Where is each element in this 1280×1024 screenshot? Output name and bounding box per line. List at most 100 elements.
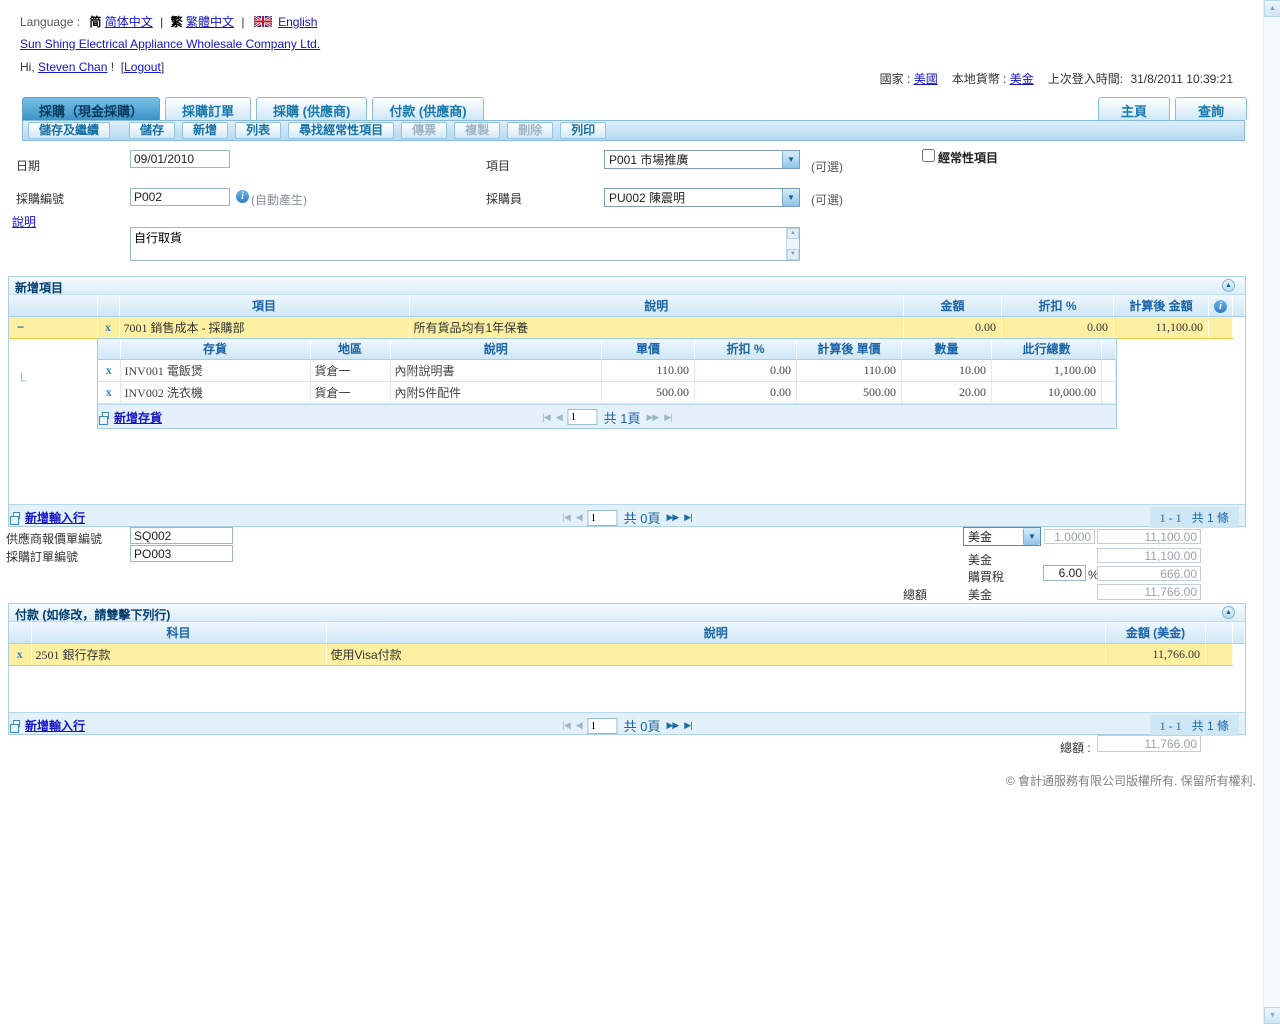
tax-rate-input[interactable] [1043, 565, 1086, 581]
delete-row-icon[interactable]: x [106, 363, 112, 377]
link-simplified-chinese[interactable]: 简体中文 [105, 15, 153, 29]
description-field: 自行取貨 ▲ ▼ [130, 227, 800, 261]
item-row[interactable]: − x 7001 銷售成本 - 採購部 所有貨品均有1年保養 0.00 0.00… [9, 316, 1245, 338]
page: Language : 简 简体中文 | 繁 繁體中文 | English Sun… [0, 0, 1280, 1024]
items-header-row: 項目 說明 金額 折扣 % 計算後 金額 i [9, 295, 1245, 316]
next-page-icon[interactable]: ▶▶ [666, 512, 678, 523]
country-link[interactable]: 美國 [914, 72, 938, 86]
tab-purchase-cash[interactable]: 採購（現金採購） [22, 97, 160, 120]
description-textarea[interactable]: 自行取貨 [131, 228, 786, 260]
scroll-down-icon[interactable]: ▼ [1264, 1007, 1280, 1024]
chevron-down-icon[interactable]: ▼ [1023, 528, 1040, 545]
sub-col-unit-price: 單價 [602, 339, 695, 359]
prev-page-icon[interactable]: ◀ [556, 412, 562, 423]
page-number-input[interactable] [588, 510, 618, 526]
col-item: 項目 [119, 295, 409, 316]
link-traditional-chinese[interactable]: 繁體中文 [186, 15, 234, 29]
next-page-icon[interactable]: ▶▶ [666, 720, 678, 731]
items-panel-header: 新增項目 ▲ [9, 277, 1245, 295]
delete-row-icon[interactable]: x [17, 647, 23, 661]
company-link[interactable]: Sun Shing Electrical Appliance Wholesale… [20, 37, 320, 51]
add-entry-row-link[interactable]: 新增輸入行 [25, 717, 85, 734]
first-page-icon[interactable]: |◀ [562, 512, 569, 523]
vertical-scrollbar[interactable]: ▲ ▼ [1263, 0, 1280, 1024]
currency-select[interactable]: 美金 ▼ [963, 527, 1041, 546]
qty-cell: 10.00 [902, 359, 992, 381]
last-page-icon[interactable]: ▶| [684, 512, 691, 523]
currency-selected-value: 美金 [964, 527, 1023, 546]
scroll-up-icon[interactable]: ▲ [787, 228, 799, 239]
page-number-input[interactable] [588, 718, 618, 734]
scroll-down-icon[interactable]: ▼ [787, 249, 799, 260]
last-page-icon[interactable]: ▶| [664, 412, 671, 423]
session-info: 國家 : 美國 本地貨幣 : 美金 上次登入時間: 31/8/2011 10:3… [876, 70, 1233, 87]
divider: | [241, 15, 244, 29]
next-page-icon[interactable]: ▶▶ [646, 412, 658, 423]
purchase-no-input[interactable] [130, 188, 230, 206]
description-link[interactable]: 說明 [12, 215, 36, 229]
inventory-row[interactable]: x INV001 電飯煲 貨倉一 內附說明書 110.00 0.00 110.0… [98, 359, 1116, 381]
add-entry-row-label[interactable]: 新增輸入行 [25, 511, 85, 525]
sub-col-discount: 折扣 % [695, 339, 797, 359]
tab-purchase-supplier[interactable]: 採購 (供應商) [256, 97, 367, 120]
chevron-down-icon[interactable]: ▼ [782, 189, 799, 206]
subtotal-currency-label: 美金 [968, 551, 992, 568]
user-link[interactable]: Steven Chan [38, 60, 107, 74]
supplier-quote-input[interactable] [130, 527, 233, 544]
tab-home[interactable]: 主頁 [1098, 97, 1170, 120]
payment-table: 科目 說明 金額 (美金) x 2501 銀行存款 使用Visa付款 11,76… [9, 622, 1245, 666]
traditional-prefix: 繁 [171, 15, 183, 29]
purchaser-select[interactable]: PU002 陳震明 ▼ [604, 188, 800, 207]
inventory-header-row: 存貨 地區 說明 單價 折扣 % 計算後 單價 數量 此行總數 [98, 339, 1116, 359]
country-label: 國家 : [880, 72, 911, 86]
link-english[interactable]: English [278, 15, 317, 29]
calc-unit-price-cell: 500.00 [797, 381, 902, 403]
logout-link[interactable]: Logout [124, 60, 161, 74]
desc-cell: 內附說明書 [390, 359, 602, 381]
recurring-checkbox[interactable] [922, 149, 935, 162]
local-currency-link[interactable]: 美金 [1010, 72, 1034, 86]
first-page-icon[interactable]: |◀ [562, 720, 569, 731]
description-label-link[interactable]: 說明 [12, 213, 36, 230]
purchase-no-label: 採購編號 [16, 190, 64, 207]
collapse-panel-icon[interactable]: ▲ [1222, 279, 1235, 292]
toolbar: 儲存及繼續 儲存 新增 列表 尋找經常性項目 傳票 複製 刪除 列印 [22, 120, 1245, 141]
save-and-continue-button[interactable]: 儲存及繼續 [28, 122, 110, 139]
tab-purchase-order[interactable]: 採購訂單 [165, 97, 251, 120]
page-number-input[interactable] [568, 409, 598, 425]
add-entry-row-link[interactable]: 新增輸入行 [25, 509, 85, 526]
delete-row-icon[interactable]: x [106, 385, 112, 399]
first-page-icon[interactable]: |◀ [542, 412, 549, 423]
list-button[interactable]: 列表 [235, 122, 281, 139]
inventory-row[interactable]: x INV002 洗衣機 貨倉一 內附5件配件 500.00 0.00 500.… [98, 381, 1116, 403]
add-inventory-label[interactable]: 新增存貨 [114, 411, 162, 425]
print-button[interactable]: 列印 [560, 122, 606, 139]
purchase-order-no-input[interactable] [130, 545, 233, 562]
prev-page-icon[interactable]: ◀ [576, 720, 582, 731]
delete-row-icon[interactable]: x [105, 320, 111, 334]
collapse-panel-icon[interactable]: ▲ [1222, 606, 1235, 619]
voucher-button: 傳票 [401, 122, 447, 139]
collapse-row-icon[interactable]: − [9, 320, 24, 334]
find-recurring-button[interactable]: 尋找經常性項目 [288, 122, 394, 139]
scroll-up-icon[interactable]: ▲ [1264, 0, 1280, 17]
purchaser-selected-value: PU002 陳震明 [605, 188, 782, 207]
tab-payment-supplier[interactable]: 付款 (供應商) [372, 97, 483, 120]
chevron-down-icon[interactable]: ▼ [782, 151, 799, 168]
last-page-icon[interactable]: ▶| [684, 720, 691, 731]
date-input[interactable] [130, 150, 230, 168]
payment-row[interactable]: x 2501 銀行存款 使用Visa付款 11,766.00 [9, 643, 1245, 665]
add-entry-row-label[interactable]: 新增輸入行 [25, 719, 85, 733]
payment-panel-title: 付款 (如修改，請雙擊下列行) [15, 608, 170, 622]
textarea-scroll: ▲ ▼ [786, 228, 799, 260]
exchange-rate-input [1044, 529, 1095, 544]
account-cell: 2501 銀行存款 [31, 643, 326, 665]
tab-inquiry[interactable]: 查詢 [1175, 97, 1247, 120]
save-button[interactable]: 儲存 [129, 122, 175, 139]
project-select[interactable]: P001 市場推廣 ▼ [604, 150, 800, 169]
new-button[interactable]: 新增 [182, 122, 228, 139]
copy-button: 複製 [454, 122, 500, 139]
greeting-prefix: Hi, [20, 60, 35, 74]
add-inventory-link[interactable]: 新增存貨 [114, 409, 162, 426]
prev-page-icon[interactable]: ◀ [576, 512, 582, 523]
